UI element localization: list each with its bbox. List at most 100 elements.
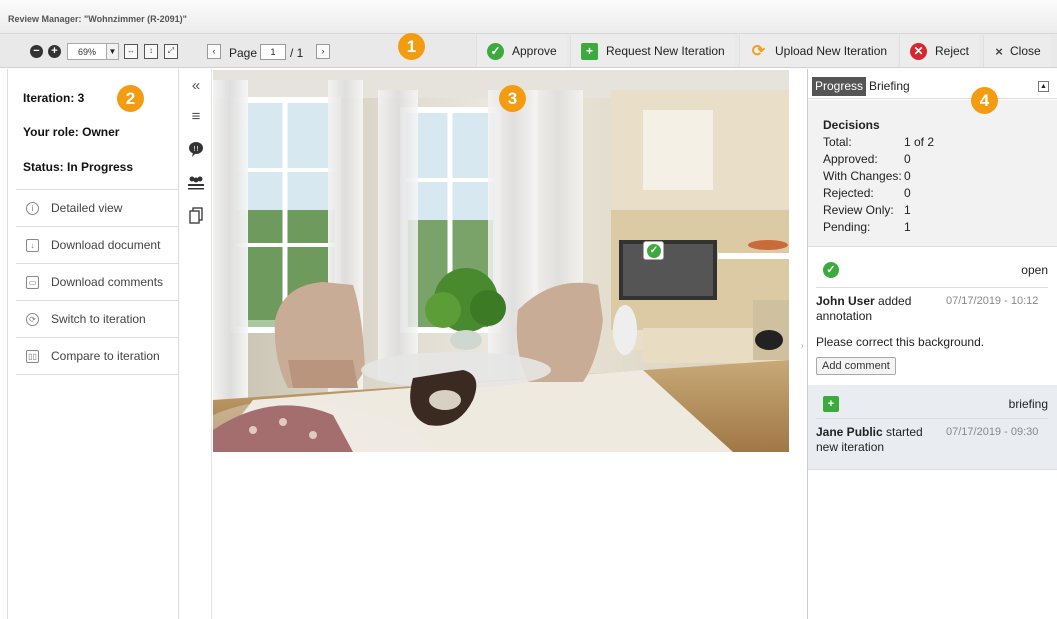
decision-row-value: 1 [904,220,911,234]
divider [16,374,179,375]
compare-iteration-action[interactable]: ▯▯ Compare to iteration [16,338,179,374]
info-icon: i [26,201,39,215]
iteration-label: Iteration: 3 [23,91,85,105]
decision-row-label: Review Only: [823,203,894,217]
resize-handle-icon[interactable]: › [801,341,806,351]
page-label: Page [229,46,258,60]
decision-row-value: 1 of 2 [904,135,935,149]
users-icon-shape [188,176,204,190]
add-comment-button[interactable]: Add comment [816,357,896,375]
page-total: / 1 [290,46,304,60]
event-date: 07/17/2019 - 10:12 [946,295,1039,307]
check-icon: ✓ [823,262,839,278]
document-image[interactable]: ✓ [213,70,789,452]
living-room-photo [213,70,789,452]
download-comments-action[interactable]: ▭ Download comments [16,264,179,300]
zoom-value: 69% [77,46,96,57]
decision-row-label: Rejected: [823,186,874,200]
switch-icon: ⟳ [26,312,39,326]
decisions-summary: Decisions Total: 1 of 2 Approved: 0 With… [808,100,1057,247]
left-info-panel: Iteration: 3 Your role: Owner Status: In… [7,69,179,619]
switch-iteration-label: Switch to iteration [51,312,146,326]
event-user-line: Jane Public started new iteration [816,425,936,455]
detailed-view-action[interactable]: i Detailed view [16,190,179,226]
add-icon: + [823,396,839,412]
decisions-title: Decisions [823,118,880,132]
reject-icon: ✕ [910,42,927,60]
approve-button[interactable]: ✓ Approve [476,35,567,67]
zoom-select[interactable]: 69% ▼ [67,43,119,60]
fit-width-icon[interactable]: ↔ [124,44,138,59]
decision-row-value: 0 [904,152,911,166]
approve-label: Approve [512,44,557,58]
svg-text:!!: !! [193,145,199,153]
check-icon: ✓ [647,244,661,258]
callout-badge-4: 4 [971,87,998,114]
zoom-in-icon[interactable]: + [48,45,61,58]
detailed-view-label: Detailed view [51,201,123,215]
users-icon[interactable] [180,175,212,197]
close-button[interactable]: × Close [983,35,1051,67]
divider [816,287,1048,288]
next-page-button[interactable]: › [316,44,330,59]
status-label: Status: In Progress [23,160,134,174]
tool-strip: « ≡ !! [180,69,212,619]
pages-icon[interactable] [180,207,212,229]
fit-height-icon[interactable]: ↕ [144,44,158,59]
request-iteration-label: Request New Iteration [606,44,725,58]
event-type: open [1021,263,1048,277]
comment-icon[interactable]: !! [180,141,212,163]
divider [816,418,1048,419]
decision-row-label: Approved: [823,152,878,166]
divider [808,469,1057,470]
refresh-icon: ⟳ [751,42,766,60]
event-type: briefing [1008,397,1048,411]
compare-icon: ▯▯ [26,349,39,363]
comment-icon-shape: !! [189,142,203,157]
tab-progress[interactable]: Progress [812,77,867,96]
decision-row-label: Pending: [823,220,871,234]
event-user-line: John User added annotation [816,294,936,324]
close-icon: × [995,43,1003,59]
chevron-down-icon: ▼ [106,44,118,59]
download-document-action[interactable]: ↓ Download document [16,227,179,263]
compare-iteration-label: Compare to iteration [51,349,160,363]
right-progress-panel: Progress Briefing ▲ Decisions Total: 1 o… [807,69,1057,619]
request-iteration-button[interactable]: + Request New Iteration [570,35,735,67]
event-annotation: ✓ open John User added annotation 07/17/… [808,248,1057,383]
annotation-pin[interactable]: ✓ [643,241,664,260]
download-icon: ↓ [26,238,39,252]
zoom-out-icon[interactable]: − [30,45,43,58]
switch-iteration-action[interactable]: ⟳ Switch to iteration [16,301,179,337]
decision-row-value: 1 [904,203,911,217]
decision-row-label: Total: [823,135,852,149]
decision-row-value: 0 [904,169,911,183]
list-icon[interactable]: ≡ [180,108,212,130]
review-manager-window: Review Manager: "Wohnzimmer (R-2091)" − … [0,0,1057,619]
event-briefing: + briefing Jane Public started new itera… [808,385,1057,469]
close-label: Close [1010,44,1041,58]
role-label: Your role: Owner [23,125,120,139]
event-date: 07/17/2019 - 09:30 [946,426,1039,438]
callout-badge-3: 3 [499,85,526,112]
fit-page-icon[interactable]: ⤢ [164,44,178,59]
add-icon: + [581,42,598,60]
decision-row-label: With Changes: [823,169,902,183]
download-comments-label: Download comments [51,275,164,289]
event-user: Jane Public [816,425,883,439]
comment-download-icon: ▭ [26,275,39,289]
upload-iteration-button[interactable]: ⟳ Upload New Iteration [739,35,898,67]
document-viewer[interactable]: ✓ [212,69,804,619]
upload-iteration-label: Upload New Iteration [775,44,888,58]
collapse-panel-icon[interactable]: ▲ [1038,81,1049,92]
reject-button[interactable]: ✕ Reject [899,35,980,67]
prev-page-button[interactable]: ‹ [207,44,221,59]
tab-briefing[interactable]: Briefing [866,77,913,96]
event-user: John User [816,294,875,308]
reject-label: Reject [935,44,970,58]
collapse-icon[interactable]: « [180,77,212,99]
pages-icon-shape [189,207,203,224]
page-input[interactable]: 1 [260,44,286,60]
event-text: Please correct this background. [816,335,985,349]
callout-badge-2: 2 [117,85,144,112]
